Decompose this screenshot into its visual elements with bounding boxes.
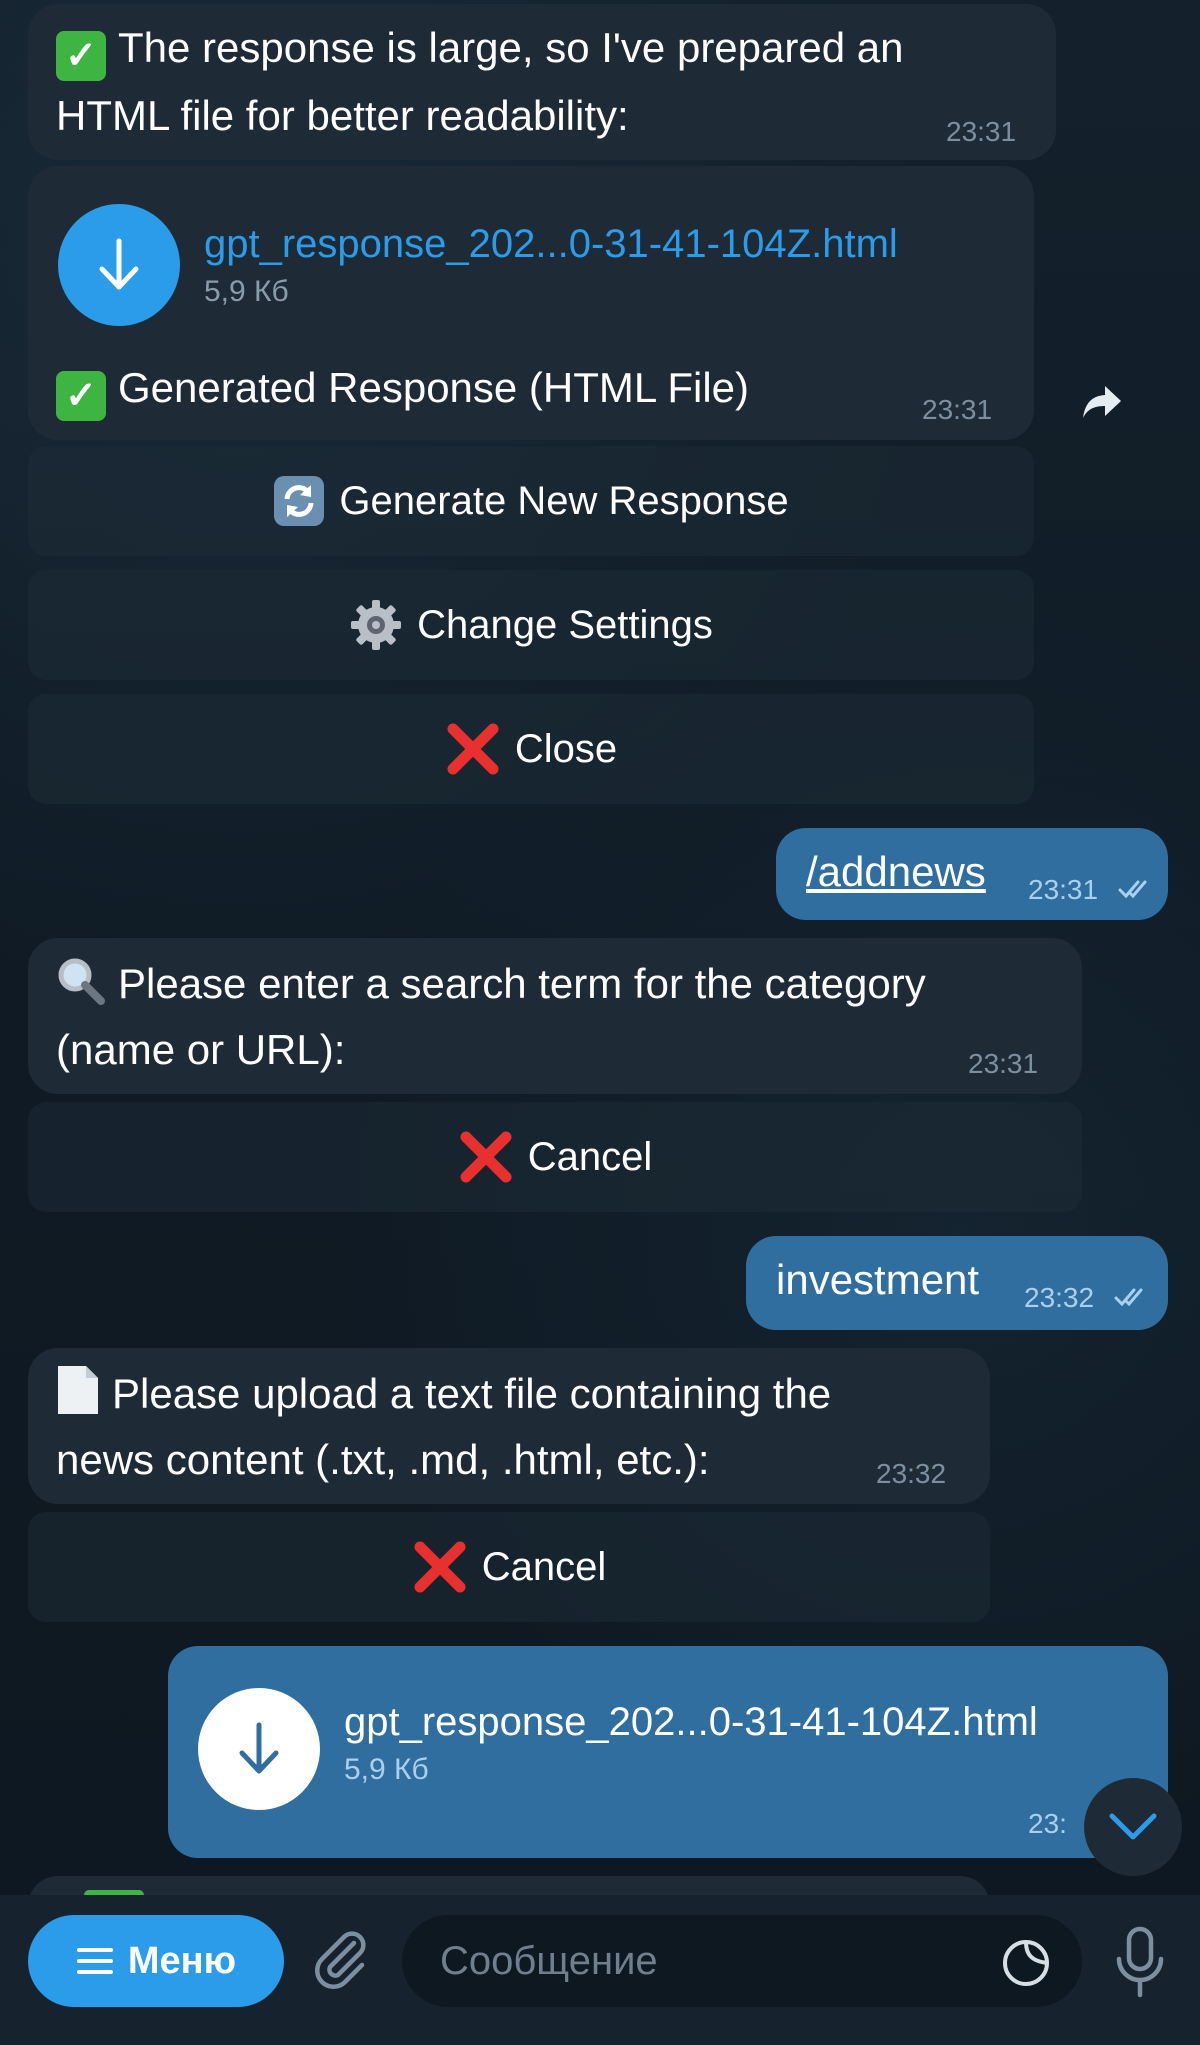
page-icon xyxy=(56,1364,100,1434)
download-arrow-icon xyxy=(239,1722,279,1774)
download-button[interactable] xyxy=(198,1688,320,1810)
message-text: (name or URL): xyxy=(56,1026,346,1073)
chevron-down-icon xyxy=(1109,1813,1157,1840)
message-text: Please upload a text file containing the xyxy=(112,1370,832,1417)
message-text: The response is large, so I've prepared … xyxy=(118,24,904,71)
paperclip-icon xyxy=(314,1931,366,1990)
file-name-link[interactable]: gpt_response_202...0-31-41-104Z.html xyxy=(204,220,898,268)
scroll-to-bottom-button[interactable] xyxy=(1084,1778,1182,1876)
gear-icon xyxy=(349,598,403,652)
button-label: Generate New Response xyxy=(339,478,789,523)
message-text: news content (.txt, .md, .html, etc.): xyxy=(56,1436,710,1483)
attach-button[interactable] xyxy=(310,1929,374,1993)
message-time: 23: xyxy=(1028,1808,1067,1839)
cross-mark-icon xyxy=(445,721,501,777)
user-message-file: gpt_response_202...0-31-41-104Z.html 5,9… xyxy=(168,1646,1168,1858)
refresh-icon xyxy=(273,475,325,527)
read-receipt-icon xyxy=(1114,1288,1143,1307)
cancel-button[interactable]: Cancel xyxy=(28,1102,1082,1212)
check-mark-button-icon: ✓ xyxy=(56,371,106,421)
cancel-button[interactable]: Cancel xyxy=(28,1512,990,1622)
file-size: 5,9 Кб xyxy=(204,275,289,308)
sticker-icon xyxy=(1003,1940,1049,1986)
message-time: 23:31 xyxy=(968,1048,1039,1079)
message-time: 23:32 xyxy=(876,1458,947,1489)
forward-button[interactable] xyxy=(1076,376,1128,428)
bot-message-large-response: ✓ The response is large, so I've prepared… xyxy=(28,4,1056,160)
menu-label: Меню xyxy=(127,1939,237,1982)
download-button[interactable] xyxy=(58,204,180,326)
read-receipt-icon xyxy=(1118,880,1147,899)
file-name[interactable]: gpt_response_202...0-31-41-104Z.html xyxy=(344,1698,1038,1746)
menu-icon xyxy=(76,1948,113,1974)
message-text: HTML file for better readability: xyxy=(56,92,629,139)
message-input-placeholder: Сообщение xyxy=(440,1939,658,1983)
button-label: Cancel xyxy=(527,1134,653,1179)
change-settings-button[interactable]: Change Settings xyxy=(28,570,1034,680)
message-time: 23:32 xyxy=(1024,1282,1095,1313)
bot-message-search-prompt: Please enter a search term for the categ… xyxy=(28,938,1082,1094)
cross-mark-icon xyxy=(458,1129,514,1185)
command-link[interactable]: /addnews xyxy=(806,840,986,904)
voice-button[interactable] xyxy=(1110,1925,1180,2001)
file-size: 5,9 Кб xyxy=(344,1753,429,1786)
check-mark-button-icon: ✓ xyxy=(56,31,106,81)
cross-mark-icon xyxy=(412,1539,468,1595)
message-time: 23:31 xyxy=(946,116,1017,147)
user-message-command: /addnews 23:31 xyxy=(776,828,1168,920)
bot-message-file: gpt_response_202...0-31-41-104Z.html 5,9… xyxy=(28,166,1034,440)
microphone-icon xyxy=(1116,1926,1164,1998)
button-label: Close xyxy=(514,726,618,771)
close-button[interactable]: Close xyxy=(28,694,1034,804)
message-time: 23:31 xyxy=(922,394,993,425)
magnifier-icon xyxy=(56,956,106,1024)
message-text: investment xyxy=(776,1256,980,1303)
user-message-search-term: investment 23:32 xyxy=(746,1236,1168,1330)
message-input[interactable]: Сообщение xyxy=(402,1915,1082,2007)
button-label: Cancel xyxy=(481,1544,607,1589)
download-arrow-icon xyxy=(99,238,139,290)
bot-message-upload-prompt: Please upload a text file containing the… xyxy=(28,1348,990,1504)
message-composer: Меню Сообщение xyxy=(0,1895,1200,2045)
generate-new-response-button[interactable]: Generate New Response xyxy=(28,446,1034,556)
message-time: 23:31 xyxy=(1028,874,1099,905)
sticker-button[interactable] xyxy=(1000,1937,1052,1989)
menu-button[interactable]: Меню xyxy=(28,1915,284,2007)
button-label: Change Settings xyxy=(417,602,713,647)
file-caption: Generated Response (HTML File) xyxy=(118,364,750,411)
forward-icon xyxy=(1083,386,1121,418)
message-text: Please enter a search term for the categ… xyxy=(118,960,926,1007)
